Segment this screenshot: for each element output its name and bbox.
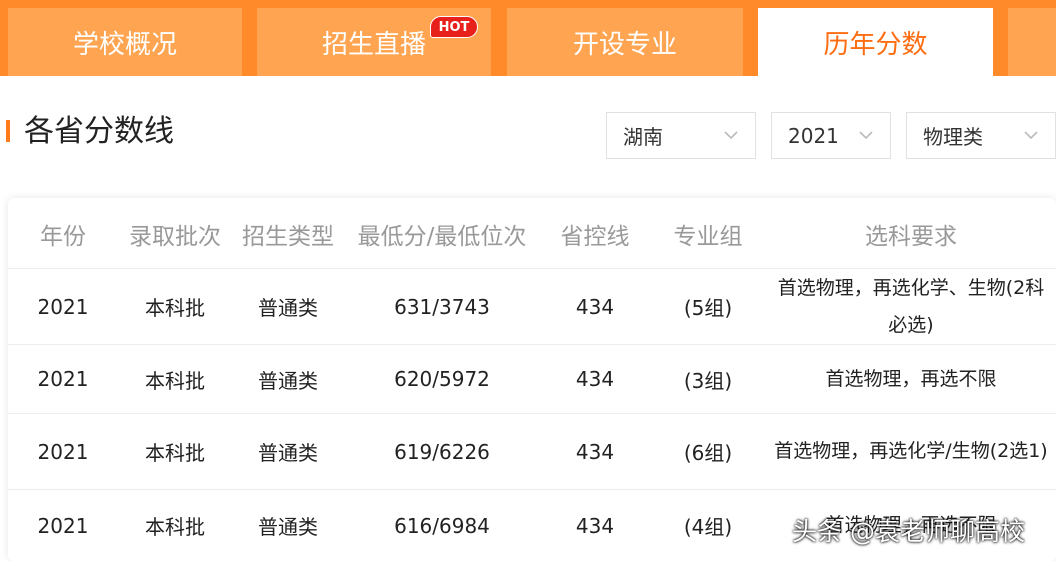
cell-subject-requirement: 首选物理，再选化学/生物(2选1)	[774, 440, 1048, 462]
header-min-score-rank: 最低分/最低位次	[357, 223, 527, 250]
chevron-down-icon	[859, 131, 873, 140]
year-select[interactable]: 2021	[771, 112, 891, 159]
watermark: 头条 @袁老师聊高校	[792, 517, 1025, 546]
cell-batch: 本科批	[145, 441, 205, 465]
cell-min-score-rank: 616/6984	[394, 513, 490, 538]
province-value: 湖南	[623, 125, 663, 149]
hot-badge: HOT	[430, 16, 478, 38]
header-major-group: 专业组	[673, 223, 743, 250]
cell-year: 2021	[37, 439, 89, 464]
cell-enroll-type: 普通类	[258, 368, 318, 393]
header-year: 年份	[40, 223, 86, 250]
tab-label: 招生直播	[321, 29, 426, 60]
table-row: 2021 本科批 普通类 631/3743 434 (5组) 首选物理，再选化学…	[8, 269, 1056, 345]
cell-subject-requirement: 首选物理，再选不限	[825, 367, 997, 390]
cell-year: 2021	[37, 367, 89, 391]
cell-min-score-rank: 631/3743	[394, 294, 490, 319]
section-title: 各省分数线	[24, 114, 174, 149]
section-accent-bar	[6, 120, 10, 142]
cell-major-group: (5组)	[683, 296, 733, 320]
table-row: 2021 本科批 普通类 620/5972 434 (3组) 首选物理，再选不限	[8, 345, 1056, 414]
cell-enroll-type: 普通类	[258, 296, 318, 320]
cell-control-line: 434	[575, 367, 615, 391]
tab-admission-live[interactable]: 招生直播 HOT	[257, 8, 491, 76]
cell-major-group: (6组)	[683, 441, 733, 465]
subject-type-select[interactable]: 物理类	[906, 112, 1056, 159]
province-select[interactable]: 湖南	[606, 112, 756, 159]
cell-batch: 本科批	[145, 368, 205, 393]
tab-majors[interactable]: 开设专业	[507, 8, 743, 76]
cell-control-line: 434	[575, 294, 615, 319]
cell-control-line: 434	[575, 439, 615, 464]
table-header: 年份 录取批次 招生类型 最低分/最低位次 省控线 专业组 选科要求	[8, 198, 1056, 269]
cell-enroll-type: 普通类	[258, 515, 318, 539]
tab-school-overview[interactable]: 学校概况	[8, 8, 242, 76]
cell-subject-requirement: 首选物理，再选化学、生物(2科必选)	[777, 276, 1045, 336]
tab-label: 学校概况	[72, 29, 177, 60]
tab-label: 开设专业	[572, 29, 677, 60]
year-value: 2021	[788, 123, 839, 148]
cell-min-score-rank: 620/5972	[394, 367, 490, 391]
cell-min-score-rank: 619/6226	[394, 439, 490, 464]
cell-batch: 本科批	[145, 296, 205, 320]
header-enroll-type: 招生类型	[242, 223, 334, 250]
cell-major-group: (3组)	[683, 368, 733, 393]
cell-enroll-type: 普通类	[258, 441, 318, 465]
chevron-down-icon	[1024, 131, 1038, 140]
subject-type-value: 物理类	[923, 125, 983, 149]
header-batch: 录取批次	[129, 223, 221, 250]
header-control-line: 省控线	[560, 223, 630, 250]
score-table: 年份 录取批次 招生类型 最低分/最低位次 省控线 专业组 选科要求 2021 …	[8, 198, 1056, 561]
cell-batch: 本科批	[145, 515, 205, 539]
tab-label: 历年分数	[823, 29, 928, 60]
chevron-down-icon	[724, 131, 738, 140]
cell-year: 2021	[37, 294, 89, 319]
cell-year: 2021	[37, 513, 89, 538]
cell-major-group: (4组)	[683, 515, 733, 539]
table-row: 2021 本科批 普通类 619/6226 434 (6组) 首选物理，再选化学…	[8, 414, 1056, 490]
cell-control-line: 434	[575, 513, 615, 538]
tab-historical-scores[interactable]: 历年分数	[758, 8, 993, 76]
tab-more[interactable]	[1008, 8, 1056, 76]
header-subject-requirement: 选科要求	[865, 223, 957, 250]
tab-bar: 学校概况 招生直播 HOT 开设专业 历年分数	[0, 0, 1056, 76]
